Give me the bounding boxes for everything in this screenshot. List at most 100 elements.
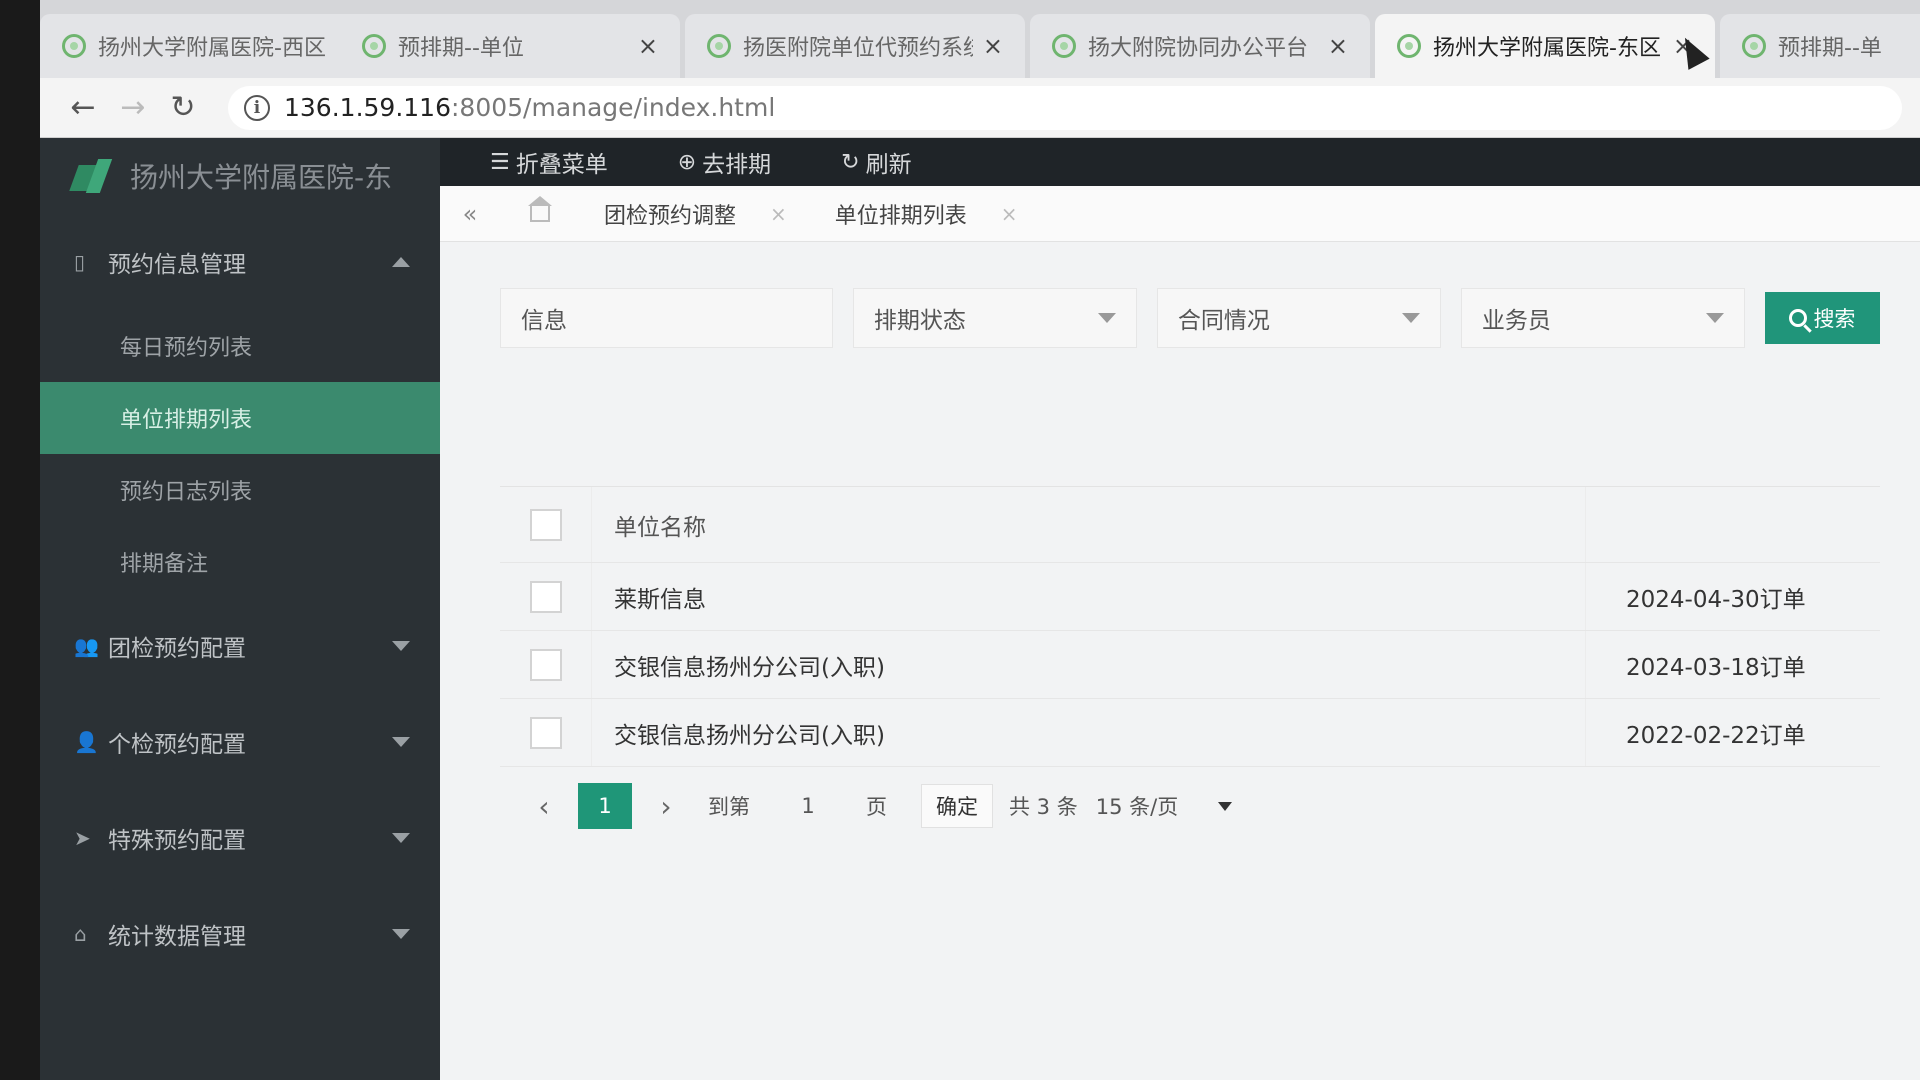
caret-down-icon: [1218, 801, 1233, 811]
chevron-down-icon: [392, 833, 410, 843]
site-favicon-icon: [1742, 34, 1766, 58]
search-button[interactable]: 搜索: [1764, 292, 1881, 344]
browser-tab[interactable]: 扬州大学附属医院-西区: ×: [40, 14, 380, 78]
browser-tab[interactable]: 预排期--单: [1720, 14, 1920, 78]
browser-tabstrip: 扬州大学附属医院-西区: × 预排期--单位 × 扬医附院单位代预约系统 × 扬…: [40, 0, 1920, 78]
table-row[interactable]: 交银信息扬州分公司(入职) 2024-03-18订单: [500, 631, 1880, 699]
search-button-label: 搜索: [1813, 307, 1856, 331]
go-schedule-button[interactable]: ⊕ 去排期: [678, 145, 771, 179]
home-icon[interactable]: [528, 195, 552, 222]
tab-title: 扬州大学附属医院-西区:: [98, 36, 328, 61]
menu-group-booking-info[interactable]: ▯ 预约信息管理: [40, 214, 440, 310]
unit-name-cell: 交银信息扬州分公司(入职): [592, 631, 1586, 698]
users-icon: 👥: [74, 634, 99, 658]
chevron-down-icon: [1097, 313, 1116, 323]
forward-icon[interactable]: →: [108, 90, 158, 125]
site-favicon-icon: [62, 34, 86, 58]
page-tab-bar: « 团检预约调整 × 单位排期列表 ×: [440, 186, 1920, 242]
menu-group-special-booking-config[interactable]: ➤ 特殊预约配置: [40, 790, 440, 886]
order-date-cell: 2024-04-30订单: [1626, 586, 1806, 613]
unit-name-cell: 交银信息扬州分公司(入职): [592, 699, 1586, 766]
browser-tab[interactable]: 扬大附院协同办公平台 ×: [1030, 14, 1370, 78]
browser-window: 扬州大学附属医院-西区: × 预排期--单位 × 扬医附院单位代预约系统 × 扬…: [40, 0, 1920, 1080]
menu-icon: ☰: [490, 149, 510, 175]
tab-close-icon[interactable]: ×: [983, 32, 1003, 60]
goto-page-input[interactable]: 1: [778, 794, 838, 818]
refresh-icon: ↻: [841, 149, 860, 175]
tab-unit-schedule-list[interactable]: 单位排期列表 ×: [811, 198, 1042, 230]
next-page-icon[interactable]: ›: [642, 790, 690, 823]
contract-status-select[interactable]: 合同情况: [1156, 288, 1441, 348]
current-page-button[interactable]: 1: [578, 783, 632, 829]
info-icon[interactable]: i: [244, 94, 270, 121]
row-check-cell: [500, 699, 592, 766]
tab-title: 扬州大学附属医院-东区:: [1433, 36, 1663, 61]
page-unit-label: 页: [866, 795, 887, 819]
tab-close-icon[interactable]: ×: [638, 32, 658, 60]
prev-page-icon[interactable]: ‹: [520, 790, 568, 823]
table-row[interactable]: 交银信息扬州分公司(入职) 2022-02-22订单: [500, 699, 1880, 767]
page-tab-label: 团检预约调整: [604, 203, 737, 229]
tab-group-booking-adjust[interactable]: 团检预约调整 ×: [580, 198, 811, 230]
goto-confirm-button[interactable]: 确定: [921, 784, 993, 828]
reload-icon[interactable]: ↻: [158, 90, 208, 125]
tab-title: 扬大附院协同办公平台: [1088, 36, 1309, 61]
row-checkbox[interactable]: [529, 648, 562, 681]
submenu-booking-log-list[interactable]: 预约日志列表: [40, 454, 440, 526]
row-checkbox[interactable]: [529, 580, 562, 613]
column-header-unit-name[interactable]: 单位名称: [592, 487, 1586, 562]
tab-title: 预排期--单: [1778, 36, 1882, 61]
salesperson-select[interactable]: 业务员: [1460, 288, 1745, 348]
browser-tab-active[interactable]: 扬州大学附属医院-东区: ×: [1375, 14, 1715, 78]
menu-group-label: 预约信息管理: [108, 252, 246, 278]
row-check-cell: [500, 631, 592, 698]
refresh-button[interactable]: ↻ 刷新: [841, 145, 911, 179]
page-tab-label: 单位排期列表: [834, 203, 967, 229]
submenu-daily-booking-list[interactable]: 每日预约列表: [40, 310, 440, 382]
site-favicon-icon: [707, 34, 731, 58]
order-date-cell: 2024-03-18订单: [1626, 654, 1806, 681]
menu-group-individual-check-config[interactable]: 👤 个检预约配置: [40, 694, 440, 790]
schedule-status-label: 排期状态: [873, 308, 966, 334]
browser-tab[interactable]: 扬医附院单位代预约系统 ×: [685, 14, 1025, 78]
url-host: 136.1.59.116: [284, 93, 451, 122]
menu-group-group-check-config[interactable]: 👥 团检预约配置: [40, 598, 440, 694]
page-size-select[interactable]: 15 条/页: [1096, 791, 1233, 821]
menu-group-label: 团检预约配置: [108, 636, 246, 662]
collapse-menu-button[interactable]: ☰ 折叠菜单: [490, 145, 608, 179]
main-content: « 团检预约调整 × 单位排期列表 × 信息 排期状态 合同情况 业务员 搜索 …: [440, 186, 1920, 1080]
menu-group-label: 特殊预约配置: [108, 828, 246, 854]
submenu-schedule-notes[interactable]: 排期备注: [40, 526, 440, 598]
filter-bar: 信息 排期状态 合同情况 业务员 搜索: [500, 286, 1881, 350]
select-all-checkbox[interactable]: [529, 508, 562, 541]
browser-tab[interactable]: 预排期--单位 ×: [340, 14, 680, 78]
chevron-up-icon: [392, 257, 410, 267]
app-toolbar: ☰ 折叠菜单 ⊕ 去排期 ↻ 刷新: [440, 138, 912, 186]
close-icon[interactable]: ×: [1001, 202, 1018, 226]
info-placeholder: 信息: [521, 308, 567, 334]
tab-close-icon[interactable]: ×: [1328, 32, 1348, 60]
go-schedule-label: 去排期: [702, 152, 772, 178]
contract-status-label: 合同情况: [1177, 308, 1270, 334]
logo-text: 扬州大学附属医院-东: [130, 161, 393, 194]
chevron-down-icon: [392, 737, 410, 747]
row-checkbox[interactable]: [529, 716, 562, 749]
schedule-status-select[interactable]: 排期状态: [852, 288, 1137, 348]
table-header-row: 单位名称: [500, 487, 1880, 563]
chevron-down-icon: [1705, 313, 1724, 323]
double-chevron-left-icon[interactable]: «: [440, 200, 500, 228]
menu-group-statistics[interactable]: ⌂ 统计数据管理: [40, 886, 440, 982]
close-icon[interactable]: ×: [770, 202, 787, 226]
table-row[interactable]: 莱斯信息 2024-04-30订单: [500, 563, 1880, 631]
url-field[interactable]: i 136.1.59.116 :8005/manage/index.html: [228, 85, 1902, 130]
total-count: 共 3 条: [1009, 795, 1078, 819]
site-favicon-icon: [1052, 34, 1076, 58]
back-icon[interactable]: ←: [58, 90, 108, 125]
search-icon: [1789, 309, 1808, 327]
site-favicon-icon: [362, 34, 386, 58]
app-logo: 扬州大学附属医院-东: [40, 138, 440, 214]
info-search-input[interactable]: 信息: [500, 288, 833, 348]
refresh-label: 刷新: [865, 152, 912, 178]
goto-label: 到第: [708, 795, 750, 819]
submenu-unit-schedule-list[interactable]: 单位排期列表: [40, 382, 440, 454]
